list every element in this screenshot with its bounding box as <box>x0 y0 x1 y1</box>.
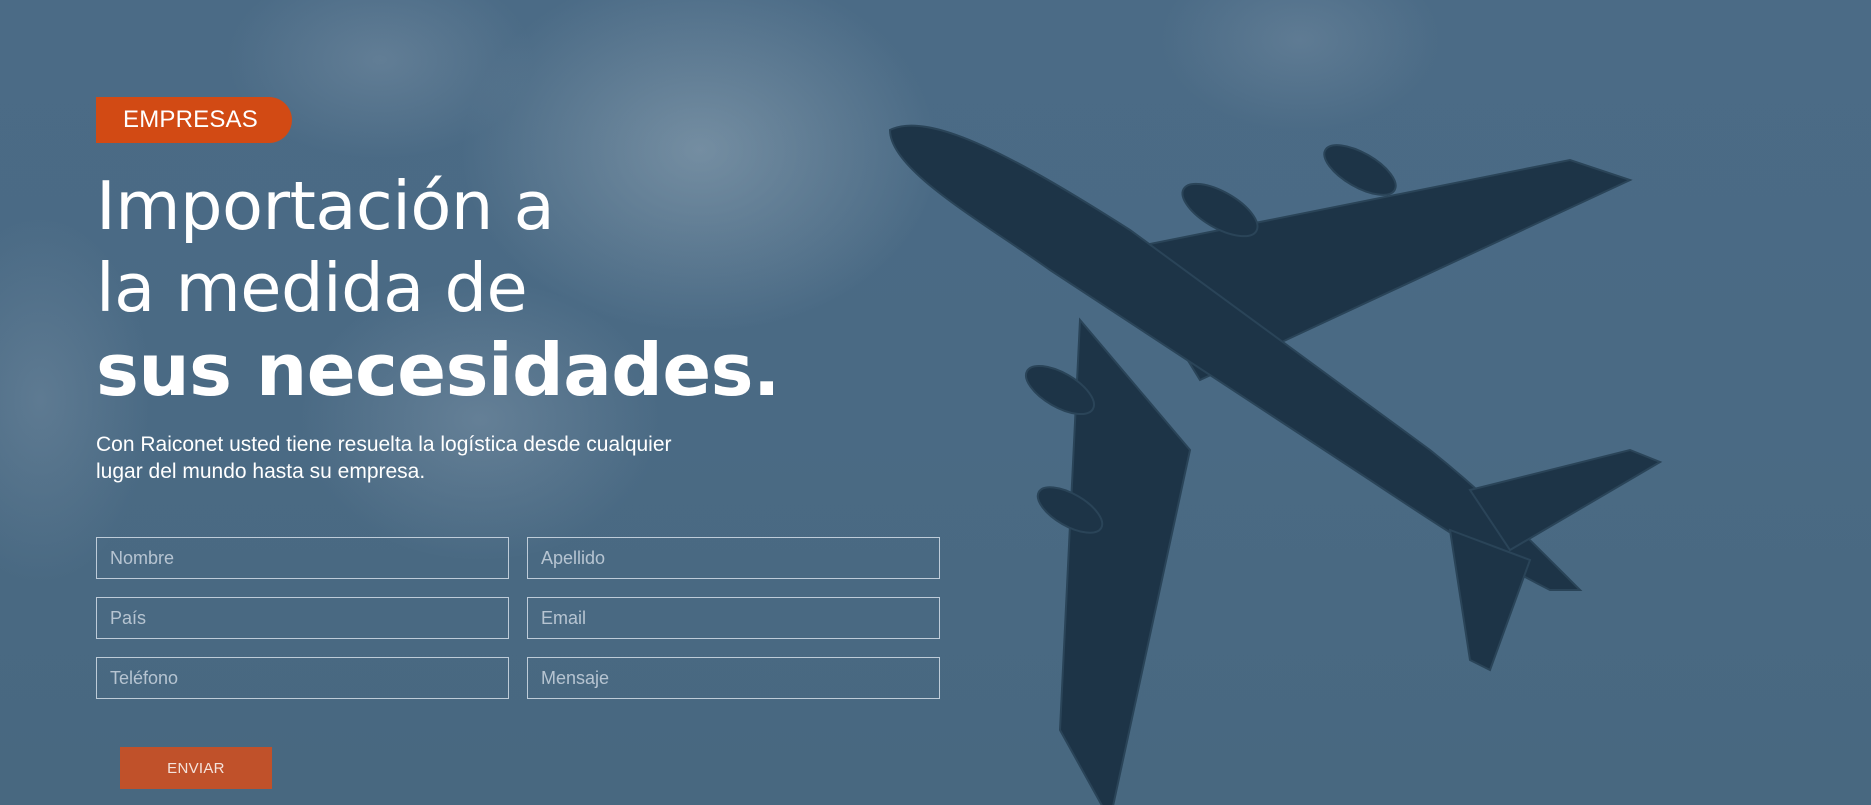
pais-field[interactable] <box>96 597 509 639</box>
hero-content: EMPRESAS Importación a la medida de sus … <box>96 97 956 789</box>
headline-line-2: la medida de <box>96 249 528 327</box>
contact-form <box>96 537 956 699</box>
mensaje-field[interactable] <box>527 657 940 699</box>
airplane-image <box>888 124 1663 805</box>
headline-line-3: sus necesidades. <box>96 328 780 412</box>
nombre-field[interactable] <box>96 537 509 579</box>
headline-line-1: Importación a <box>96 167 555 245</box>
page-title: Importación a la medida de sus necesidad… <box>96 165 956 411</box>
apellido-field[interactable] <box>527 537 940 579</box>
enviar-button[interactable]: ENVIAR <box>120 747 272 789</box>
telefono-field[interactable] <box>96 657 509 699</box>
hero-section: EMPRESAS Importación a la medida de sus … <box>0 0 1871 805</box>
category-badge: EMPRESAS <box>96 97 292 143</box>
email-field[interactable] <box>527 597 940 639</box>
hero-description: Con Raiconet usted tiene resuelta la log… <box>96 433 672 483</box>
